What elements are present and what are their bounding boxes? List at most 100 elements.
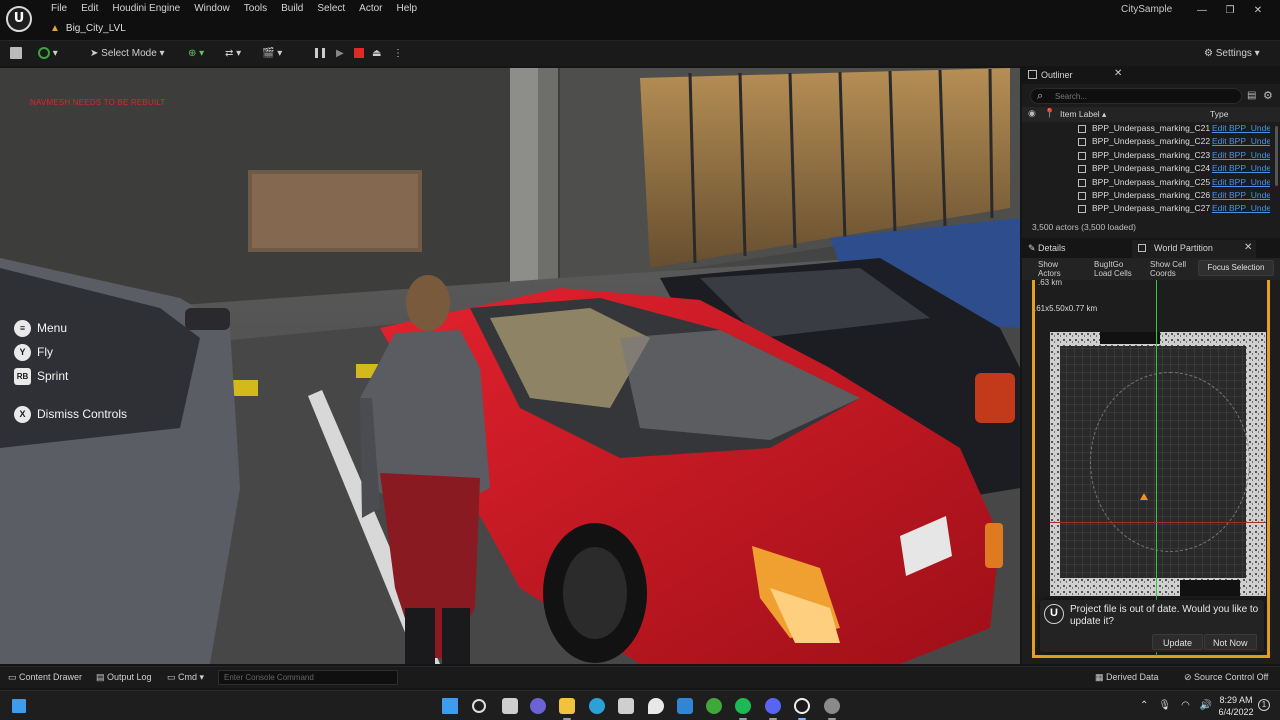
pause-button[interactable]: [315, 45, 327, 63]
menu-file[interactable]: File: [44, 2, 74, 16]
actor-type-link[interactable]: Edit BPP_Unde: [1212, 149, 1270, 162]
actor-type-link[interactable]: Edit BPP_Unde: [1212, 189, 1270, 202]
app-icon[interactable]: [824, 698, 840, 714]
taskbar-clock[interactable]: 8:29 AM 6/4/2022: [1214, 694, 1258, 718]
settings-button[interactable]: ⚙ Settings ▾: [1204, 45, 1260, 63]
list-item[interactable]: BPP_Underpass_marking_C23 Edit BPP_Unde: [1022, 149, 1272, 162]
unreal-engine-icon[interactable]: [794, 698, 810, 714]
spotify-icon[interactable]: [735, 698, 751, 714]
close-icon[interactable]: ✕: [1244, 242, 1252, 253]
update-button[interactable]: Update: [1152, 634, 1204, 650]
unreal-logo-icon[interactable]: U: [6, 6, 32, 32]
task-view-icon[interactable]: [502, 698, 518, 714]
discord-icon[interactable]: [765, 698, 781, 714]
save-button[interactable]: [10, 45, 22, 63]
world-partition-toolbar: Show Actors BugItGo Load Cells Show Cell…: [1022, 258, 1280, 280]
wifi-icon[interactable]: ◠: [1181, 700, 1190, 711]
pause-icon: [315, 48, 325, 59]
list-item[interactable]: BPP_Underpass_marking_C24 Edit BPP_Unde: [1022, 162, 1272, 175]
actor-icon: [1078, 191, 1086, 200]
maximize-button[interactable]: ❐: [1216, 2, 1244, 20]
menu-actor[interactable]: Actor: [352, 2, 389, 16]
menu-window[interactable]: Window: [187, 2, 237, 16]
menu-tools[interactable]: Tools: [237, 2, 274, 16]
outliner-search-input[interactable]: Search...: [1030, 88, 1242, 104]
show-actors-button[interactable]: Show Actors: [1038, 260, 1061, 278]
tab-world-partition[interactable]: World Partition ✕: [1132, 240, 1256, 258]
show-cell-coords-button[interactable]: Show Cell Coords: [1150, 260, 1186, 278]
add-actor-button[interactable]: ⊕ ▾: [188, 45, 204, 63]
notification-icon[interactable]: 1: [1258, 699, 1270, 711]
source-control-icon: [38, 47, 50, 60]
level-viewport[interactable]: NAVMESH NEEDS TO BE REBUILT ≡ Menu Y Fly…: [0, 68, 1020, 664]
menu-select[interactable]: Select: [310, 2, 352, 16]
start-button-icon[interactable]: [442, 698, 458, 714]
maps-icon[interactable]: [648, 698, 664, 714]
pin-icon[interactable]: 📍: [1044, 108, 1055, 119]
close-button[interactable]: ✕: [1244, 2, 1272, 20]
search-icon[interactable]: [472, 699, 486, 713]
list-item[interactable]: BPP_Underpass_marking_C21 Edit BPP_Unde: [1022, 122, 1272, 135]
visibility-icon[interactable]: ◉: [1028, 108, 1036, 119]
xbox-icon[interactable]: [706, 698, 722, 714]
actor-type-link[interactable]: Edit BPP_Unde: [1212, 176, 1270, 189]
outliner-scrollbar[interactable]: [1275, 126, 1278, 186]
list-item[interactable]: BPP_Underpass_marking_C25 Edit BPP_Unde: [1022, 176, 1272, 189]
volume-icon[interactable]: 🔊: [1200, 700, 1212, 711]
add-icon: ⊕: [188, 48, 197, 59]
list-item[interactable]: BPP_Underpass_marking_C26 Edit BPP_Unde: [1022, 189, 1272, 202]
actor-icon: [1078, 178, 1086, 187]
list-item[interactable]: BPP_Underpass_marking_C27 Edit BPP_Unde: [1022, 202, 1272, 215]
close-icon[interactable]: ✕: [1114, 68, 1122, 79]
column-item-label[interactable]: Item Label ▴: [1060, 109, 1106, 120]
actor-type-link[interactable]: Edit BPP_Unde: [1212, 135, 1270, 148]
cinematics-button[interactable]: 🎬 ▾: [262, 45, 282, 63]
edge-browser-icon[interactable]: [589, 698, 605, 714]
gear-icon[interactable]: ⚙: [1263, 89, 1273, 102]
microphone-icon[interactable]: 🎙: [1158, 700, 1171, 711]
level-tab[interactable]: ▲ Big_City_LVL: [44, 19, 136, 38]
step-button[interactable]: ▶: [336, 45, 346, 63]
windows-logo-icon[interactable]: [12, 699, 26, 713]
menu-build[interactable]: Build: [274, 2, 310, 16]
minimize-button[interactable]: —: [1188, 2, 1216, 20]
project-name: CitySample: [1121, 4, 1173, 15]
bugitgo-load-cells-button[interactable]: BugItGo Load Cells: [1094, 260, 1132, 278]
stop-button[interactable]: [354, 45, 364, 63]
content-drawer-button[interactable]: ▭ Content Drawer: [8, 672, 82, 683]
chat-icon[interactable]: [530, 698, 546, 714]
column-type[interactable]: Type: [1210, 109, 1228, 119]
menu-houdini-engine[interactable]: Houdini Engine: [105, 2, 187, 16]
app-icon[interactable]: [677, 698, 693, 714]
actor-icon: [1078, 151, 1086, 160]
not-now-button[interactable]: Not Now: [1204, 634, 1257, 650]
derived-data-button[interactable]: ▦ Derived Data: [1095, 672, 1159, 683]
window-controls: — ❐ ✕: [1188, 2, 1272, 20]
store-icon[interactable]: [618, 698, 634, 714]
outliner-tab[interactable]: Outliner ✕: [1022, 66, 1280, 84]
actor-type-link[interactable]: Edit BPP_Unde: [1212, 202, 1270, 215]
chevron-up-icon[interactable]: ⌃: [1140, 700, 1148, 711]
list-item[interactable]: BPP_Underpass_marking_C22 Edit BPP_Unde: [1022, 135, 1272, 148]
play-options-button[interactable]: ⋮: [393, 45, 403, 63]
focus-selection-button[interactable]: Focus Selection: [1198, 260, 1274, 276]
blueprint-button[interactable]: ⇄ ▾: [225, 45, 241, 63]
world-partition-minimap[interactable]: [1050, 332, 1266, 596]
actor-type-link[interactable]: Edit BPP_Unde: [1212, 122, 1270, 135]
cmd-dropdown[interactable]: ▭ Cmd ▾: [167, 672, 204, 683]
output-log-button[interactable]: ▤ Output Log: [96, 672, 152, 683]
console-command-input[interactable]: Enter Console Command: [218, 670, 398, 685]
menu-help[interactable]: Help: [390, 2, 425, 16]
file-explorer-icon[interactable]: [559, 698, 575, 714]
eject-button[interactable]: ⏏: [372, 45, 384, 63]
hint-label: Sprint: [37, 369, 69, 383]
actor-type-link[interactable]: Edit BPP_Unde: [1212, 162, 1270, 175]
tab-details[interactable]: ✎ Details: [1028, 243, 1066, 254]
source-control-button[interactable]: ▾: [38, 45, 58, 63]
menu-edit[interactable]: Edit: [74, 2, 105, 16]
streaming-radius-ring: [1090, 372, 1250, 552]
select-mode-dropdown[interactable]: ➤ Select Mode ▾: [86, 45, 169, 63]
filter-icon[interactable]: ▤: [1247, 90, 1256, 101]
source-control-status[interactable]: ⊘ Source Control Off: [1184, 672, 1268, 683]
outliner-title: Outliner: [1041, 70, 1073, 80]
